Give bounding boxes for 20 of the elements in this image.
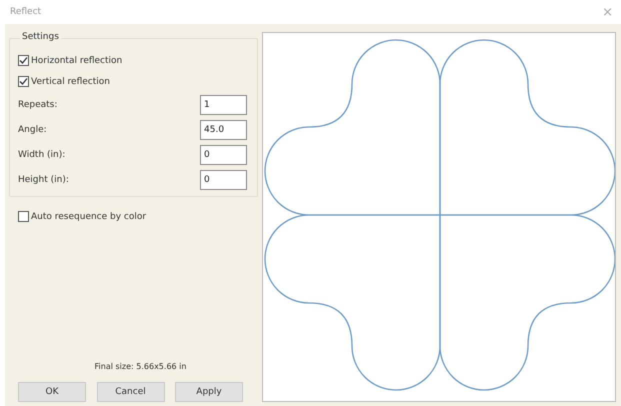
dialog-button[interactable]: Apply <box>175 382 243 402</box>
input-field[interactable]: 0 <box>200 145 247 165</box>
dialog-button[interactable]: Cancel <box>96 382 164 402</box>
field-label: Height (in): <box>18 175 69 185</box>
dialog-button[interactable]: OK <box>18 382 86 402</box>
checkbox[interactable] <box>18 76 29 87</box>
input-field[interactable]: 1 <box>200 95 247 115</box>
checkbox[interactable] <box>18 55 29 66</box>
input-field[interactable]: 0 <box>200 170 247 190</box>
field-label: Repeats: <box>18 100 58 110</box>
field-label: Angle: <box>18 125 47 135</box>
checkbox-label[interactable]: Vertical reflection <box>31 76 110 86</box>
final-size-label: Final size: 5.66x5.66 in <box>94 362 188 371</box>
checkbox-label[interactable]: Horizontal reflection <box>31 56 122 66</box>
group-label: Settings <box>20 32 61 42</box>
window-title: Reflect <box>10 7 42 17</box>
checkbox[interactable] <box>18 211 29 222</box>
input-field[interactable]: 45.0 <box>200 120 247 140</box>
checkbox-label[interactable]: Auto resequence by color <box>31 212 146 222</box>
field-label: Width (in): <box>18 150 66 160</box>
